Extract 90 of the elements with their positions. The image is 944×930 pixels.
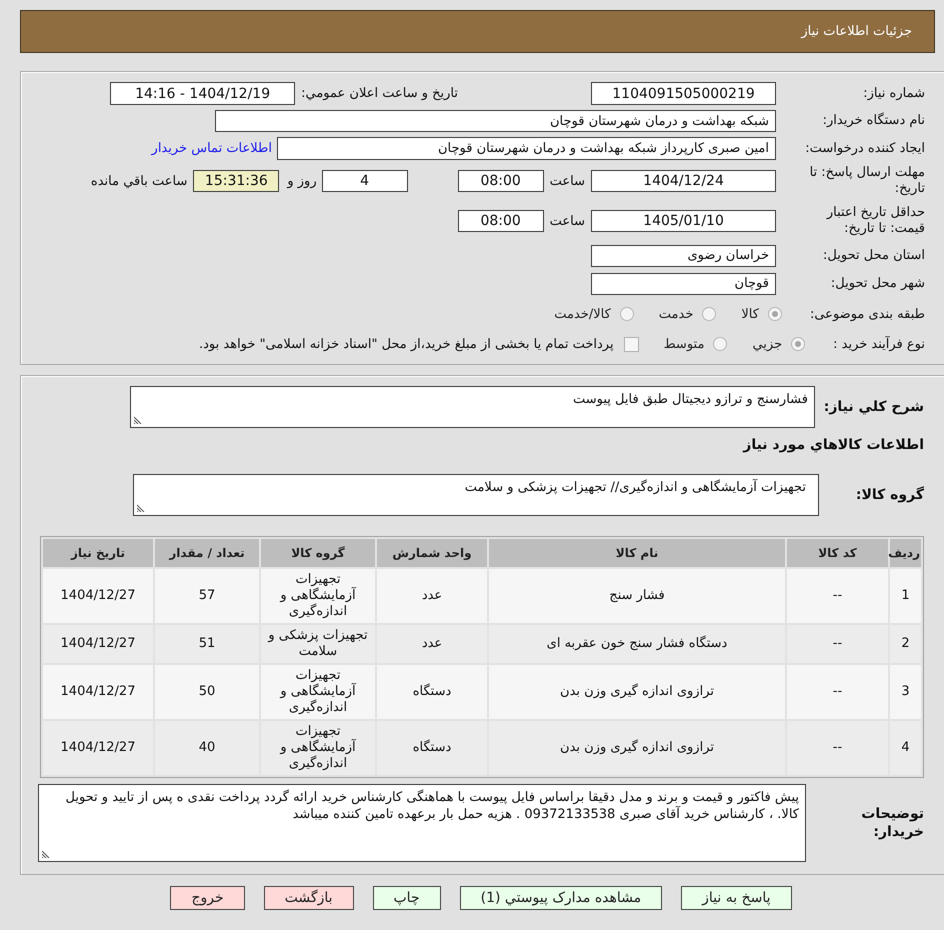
days-left-field[interactable]: 4 [322, 170, 408, 192]
need-number-field[interactable]: 1104091505000219 [591, 82, 776, 105]
time-left-label: ساعت باقي مانده [90, 174, 188, 188]
field-label: حداقل تاریخ اعتبار قیمت: تا تاریخ: [825, 205, 925, 237]
announce-date-field[interactable]: 1404/12/19 - 14:16 [110, 82, 296, 105]
buyer-notes-field[interactable]: پیش فاکتور و قیمت و برند و مدل دقیقا براساس فایل پیوست با هماهنگی کارشناس خرید ارائه گردد پرداخت نقدی ه پس از تایید و تحویل کالا. ، کارشناس خرید آقای صبری 09372133538 . هزیه حمل بار برعهده تامین کننده میباشد [38, 784, 806, 862]
radio-button[interactable] [791, 337, 806, 351]
table-cell: تجهیزات آزمایشگاهی و اندازه‌گیری [261, 569, 375, 623]
buyer-org-field[interactable]: شبکه بهداشت و درمان شهرستان قوچان [215, 110, 776, 132]
radio-label: خدمت [658, 306, 694, 322]
field-label: ایجاد کننده درخواست: [804, 140, 925, 156]
resize-grip-icon[interactable] [134, 416, 142, 424]
action-button[interactable]: مشاهده مدارک پیوستي (1) [460, 886, 662, 910]
column-header: کد کالا [787, 539, 888, 567]
table-cell: عدد [377, 569, 487, 623]
table-cell: 50 [155, 665, 259, 719]
table-cell: دستگاه [377, 721, 487, 775]
field-label: شرح كلي نیاز: [822, 398, 924, 416]
field-label: شهر محل تحویل: [830, 276, 925, 292]
table-cell: ترازوی اندازه گیری وزن بدن [489, 665, 785, 719]
radio-label: جزيي [752, 336, 782, 352]
action-button[interactable]: خروج [170, 886, 245, 910]
column-header: تعداد / مقدار [155, 539, 259, 567]
days-label: روز و [287, 174, 317, 188]
table-cell: 1404/12/27 [43, 569, 153, 623]
column-header: تاریخ نیاز [43, 539, 153, 567]
table-cell: دستگاه فشار سنج خون عقربه ای [489, 625, 785, 663]
table-cell: -- [787, 625, 888, 663]
radio-button[interactable] [713, 337, 728, 351]
column-header: ردیف [890, 539, 921, 567]
description-field[interactable]: فشارسنج و ترازو دیجیتال طبق فایل پیوست [130, 386, 815, 428]
checkbox-label: پرداخت تمام یا بخشی از مبلغ خرید،از محل "اسناد خزانه اسلامی" خواهد بود. [199, 336, 614, 352]
radio-button[interactable] [620, 307, 634, 321]
table-cell: 1404/12/27 [43, 721, 153, 775]
page-title: جزئیات اطلاعات نیاز [801, 24, 912, 39]
time-label: ساعت [550, 214, 585, 228]
table-cell: -- [787, 569, 888, 623]
validity-date-field[interactable]: 1405/01/10 [591, 210, 776, 232]
time-left-field[interactable]: 15:31:36 [193, 170, 280, 192]
deadline-date-field[interactable]: 1404/12/24 [591, 170, 776, 192]
table-cell: 3 [890, 665, 921, 719]
table-cell: 2 [890, 625, 921, 663]
goods-group-field[interactable]: تجهیزات آزمایشگاهی و اندازه‌گیری// تجهیزات پزشکی و سلامت [133, 474, 819, 516]
table-cell: فشار سنج [489, 569, 785, 623]
field-label: استان محل تحویل: [822, 248, 925, 264]
city-field[interactable]: قوچان [591, 272, 776, 294]
checkbox[interactable] [624, 336, 639, 352]
resize-grip-icon[interactable] [137, 504, 145, 512]
table-cell: 57 [155, 569, 259, 623]
table-cell: تجهیزات پزشکی و سلامت [261, 625, 375, 663]
action-button[interactable]: چاپ [372, 886, 441, 910]
radio-label: کالا [741, 306, 759, 322]
field-label: نام دستگاه خریدار: [822, 113, 925, 129]
table-cell: دستگاه [377, 665, 487, 719]
table-cell: تجهیزات آزمایشگاهی و اندازه‌گیری [261, 665, 375, 719]
column-header: واحد شمارش [377, 539, 487, 567]
table-cell: 51 [155, 625, 259, 663]
table-cell: تجهیزات آزمایشگاهی و اندازه‌گیری [261, 721, 375, 775]
field-label: گروه کالا: [854, 486, 924, 504]
time-label: ساعت [550, 174, 585, 188]
table-cell: 4 [890, 721, 921, 775]
field-label: توضیحات خریدار: [860, 805, 924, 841]
requester-field[interactable]: امین صبری کارپرداز شبکه بهداشت و درمان شهرستان قوچان [277, 137, 776, 160]
buyer-contact-link[interactable]: اطلاعات تماس خریدار [152, 141, 272, 156]
table-cell: -- [787, 665, 888, 719]
table-cell: ترازوی اندازه گیری وزن بدن [489, 721, 785, 775]
table-cell: عدد [377, 625, 487, 663]
deadline-time-field[interactable]: 08:00 [458, 170, 544, 192]
table-cell: 1404/12/27 [43, 625, 153, 663]
table-cell: 1 [890, 569, 921, 623]
action-button[interactable]: بازگشت [264, 886, 354, 910]
column-header: گروه کالا [261, 539, 375, 567]
radio-label: کالا/خدمت [554, 306, 611, 322]
field-label: تاریخ و ساعت اعلان عمومي: [301, 86, 458, 101]
field-label: مهلت ارسال پاسخ: تا تاریخ: [808, 165, 925, 197]
column-header: نام کالا [489, 539, 785, 567]
table-cell: -- [787, 721, 888, 775]
action-button[interactable]: پاسخ به نیاز [681, 886, 792, 910]
validity-time-field[interactable]: 08:00 [458, 210, 544, 232]
field-label: نوع فرآیند خرید : [833, 336, 925, 352]
field-label: طبقه بندی موضوعی: [810, 306, 925, 322]
province-field[interactable]: خراسان رضوی [591, 244, 776, 266]
radio-label: متوسط [664, 336, 704, 352]
resize-grip-icon[interactable] [42, 850, 50, 858]
table-cell: 1404/12/27 [43, 665, 153, 719]
radio-button[interactable] [768, 307, 782, 321]
section-title: اطلاعات كالاهاي مورد نیاز [742, 436, 924, 454]
table-cell: 40 [155, 721, 259, 775]
radio-button[interactable] [702, 307, 716, 321]
field-label: شماره نیاز: [862, 86, 925, 102]
